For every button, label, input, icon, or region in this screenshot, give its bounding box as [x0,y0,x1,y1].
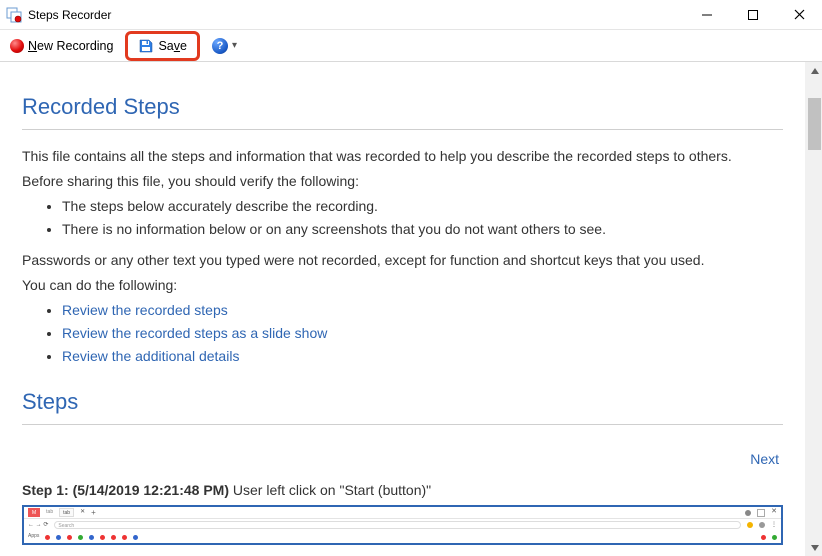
step-1-timestamp: Step 1: (5/14/2019 12:21:48 PM) [22,482,229,498]
save-icon [138,38,154,54]
step-nav: Next [22,449,779,470]
steps-heading: Steps [22,385,783,418]
save-label: Save [158,39,187,53]
step-1-description: Step 1: (5/14/2019 12:21:48 PM) User lef… [22,480,783,501]
before-sharing-text: Before sharing this file, you should ver… [22,171,783,192]
window-controls [684,0,822,29]
chevron-down-icon: ▾ [232,40,237,51]
help-icon: ? [212,38,228,54]
list-item: The steps below accurately describe the … [62,196,783,217]
content-area: Recorded Steps This file contains all th… [0,62,822,556]
save-button[interactable]: Save [134,36,191,56]
new-recording-button[interactable]: New Recording [4,37,119,55]
maximize-button[interactable] [730,0,776,29]
document-body: Recorded Steps This file contains all th… [0,62,805,556]
close-button[interactable] [776,0,822,29]
step-1-action: User left click on "Start (button)" [229,482,431,498]
app-icon [6,7,22,23]
list-item: Review the additional details [62,346,783,367]
divider [22,129,783,130]
vertical-scrollbar[interactable] [805,62,822,556]
review-steps-link[interactable]: Review the recorded steps [62,302,228,318]
toolbar: New Recording Save ? ▾ [0,30,822,62]
minimize-button[interactable] [684,0,730,29]
next-link[interactable]: Next [750,451,779,467]
save-button-highlight: Save [125,31,200,61]
scroll-down-button[interactable] [806,539,822,556]
intro-text: This file contains all the steps and inf… [22,146,783,167]
recorded-steps-heading: Recorded Steps [22,90,783,123]
new-recording-label: New Recording [28,39,113,53]
list-item: Review the recorded steps as a slide sho… [62,323,783,344]
help-menu-button[interactable]: ? ▾ [206,36,243,56]
titlebar: Steps Recorder [0,0,822,30]
actions-list: Review the recorded steps Review the rec… [22,300,783,367]
list-item: There is no information below or on any … [62,219,783,240]
scroll-thumb[interactable] [808,98,821,150]
scroll-up-button[interactable] [806,62,822,79]
divider [22,424,783,425]
record-icon [10,39,24,53]
review-details-link[interactable]: Review the additional details [62,348,239,364]
list-item: Review the recorded steps [62,300,783,321]
verify-list: The steps below accurately describe the … [22,196,783,240]
step-1-screenshot[interactable]: M tab tab ✕ + ✕ ← → ⟳ Search ⋮ Apps [22,505,783,545]
window-title: Steps Recorder [28,8,684,22]
review-slideshow-link[interactable]: Review the recorded steps as a slide sho… [62,325,327,341]
passwords-note: Passwords or any other text you typed we… [22,250,783,271]
you-can-do-text: You can do the following: [22,275,783,296]
